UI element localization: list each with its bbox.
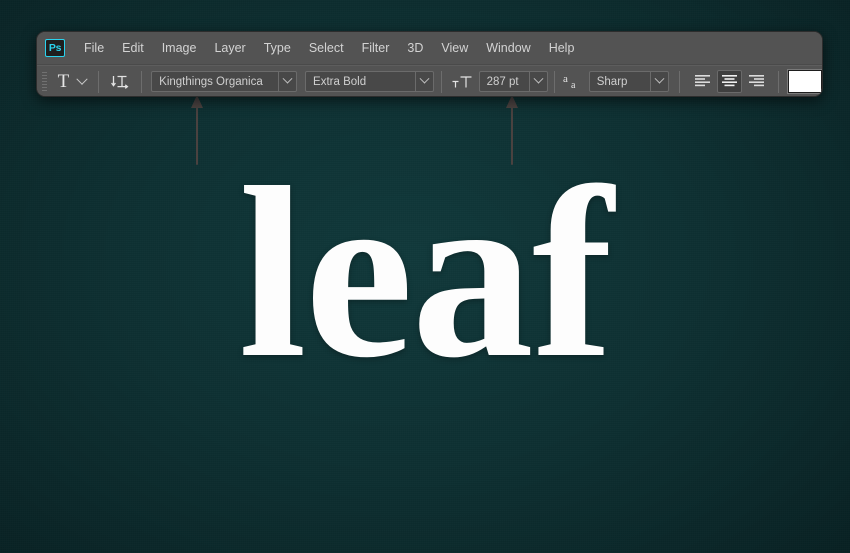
annotation-arrow-font-family: [190, 95, 204, 165]
menu-item-help[interactable]: Help: [540, 37, 584, 59]
photoshop-logo-icon: Ps: [45, 39, 65, 57]
chevron-down-icon: [76, 73, 88, 85]
font-size-icon: [452, 75, 472, 87]
divider: [98, 70, 100, 93]
text-alignment-group: [690, 70, 769, 93]
toggle-text-orientation-button[interactable]: [106, 70, 134, 94]
chevron-down-icon: [533, 73, 544, 84]
svg-text:a: a: [563, 73, 568, 85]
menu-item-type[interactable]: Type: [255, 37, 300, 59]
photoshop-screenshot: leaf Ps File Edit Image Layer Type Selec…: [0, 0, 850, 553]
arrow-shaft: [196, 106, 198, 165]
menu-item-window[interactable]: Window: [477, 37, 539, 59]
tool-preset-picker[interactable]: T: [53, 70, 92, 94]
chevron-down-icon: [419, 73, 430, 84]
menu-item-file[interactable]: File: [75, 37, 113, 59]
menu-bar: Ps File Edit Image Layer Type Select Fil…: [37, 32, 822, 65]
menu-item-image[interactable]: Image: [153, 37, 206, 59]
chevron-down-icon: [654, 73, 665, 84]
anti-aliasing-value[interactable]: Sharp: [590, 76, 651, 88]
font-style-combobox[interactable]: Extra Bold: [305, 71, 434, 92]
canvas-text-leaf[interactable]: leaf: [0, 150, 850, 395]
options-bar-drag-handle[interactable]: [40, 70, 49, 93]
font-size-label: [449, 70, 475, 94]
anti-aliasing-combobox[interactable]: Sharp: [588, 71, 670, 92]
anti-aliasing-icon: a a: [563, 73, 576, 91]
anti-aliasing-label: a a: [561, 70, 585, 94]
options-bar: T Kingthings Organica Extra Bold 287 pt …: [37, 65, 822, 96]
divider: [679, 70, 681, 93]
menu-item-edit[interactable]: Edit: [113, 37, 153, 59]
font-style-dropdown-button[interactable]: [414, 72, 433, 91]
font-size-dropdown-button[interactable]: [528, 72, 547, 91]
font-family-value[interactable]: Kingthings Organica: [152, 76, 278, 88]
photoshop-window: Ps File Edit Image Layer Type Select Fil…: [36, 31, 823, 97]
font-family-dropdown-button[interactable]: [278, 72, 296, 91]
menu-item-view[interactable]: View: [432, 37, 477, 59]
divider: [778, 70, 780, 93]
menu-item-3d[interactable]: 3D: [398, 37, 432, 59]
divider: [440, 70, 442, 93]
font-size-value[interactable]: 287 pt: [480, 76, 529, 88]
divider: [553, 70, 555, 93]
anti-aliasing-dropdown-button[interactable]: [650, 72, 668, 91]
align-left-icon: [695, 75, 711, 87]
align-right-button[interactable]: [744, 70, 769, 93]
text-orientation-icon: [111, 75, 129, 89]
menu-item-filter[interactable]: Filter: [353, 37, 399, 59]
font-family-combobox[interactable]: Kingthings Organica: [151, 71, 298, 92]
font-size-combobox[interactable]: 287 pt: [478, 71, 548, 92]
align-center-icon: [722, 75, 738, 87]
menu-item-layer[interactable]: Layer: [205, 37, 254, 59]
menu-item-select[interactable]: Select: [300, 37, 353, 59]
chevron-down-icon: [282, 73, 293, 84]
svg-text:a: a: [571, 80, 576, 91]
type-tool-icon: T: [57, 71, 70, 92]
font-style-value[interactable]: Extra Bold: [306, 76, 415, 88]
divider: [141, 70, 143, 93]
align-left-button[interactable]: [690, 70, 715, 93]
text-color-swatch[interactable]: [788, 70, 822, 93]
align-center-button[interactable]: [717, 70, 743, 93]
align-right-icon: [749, 75, 765, 87]
